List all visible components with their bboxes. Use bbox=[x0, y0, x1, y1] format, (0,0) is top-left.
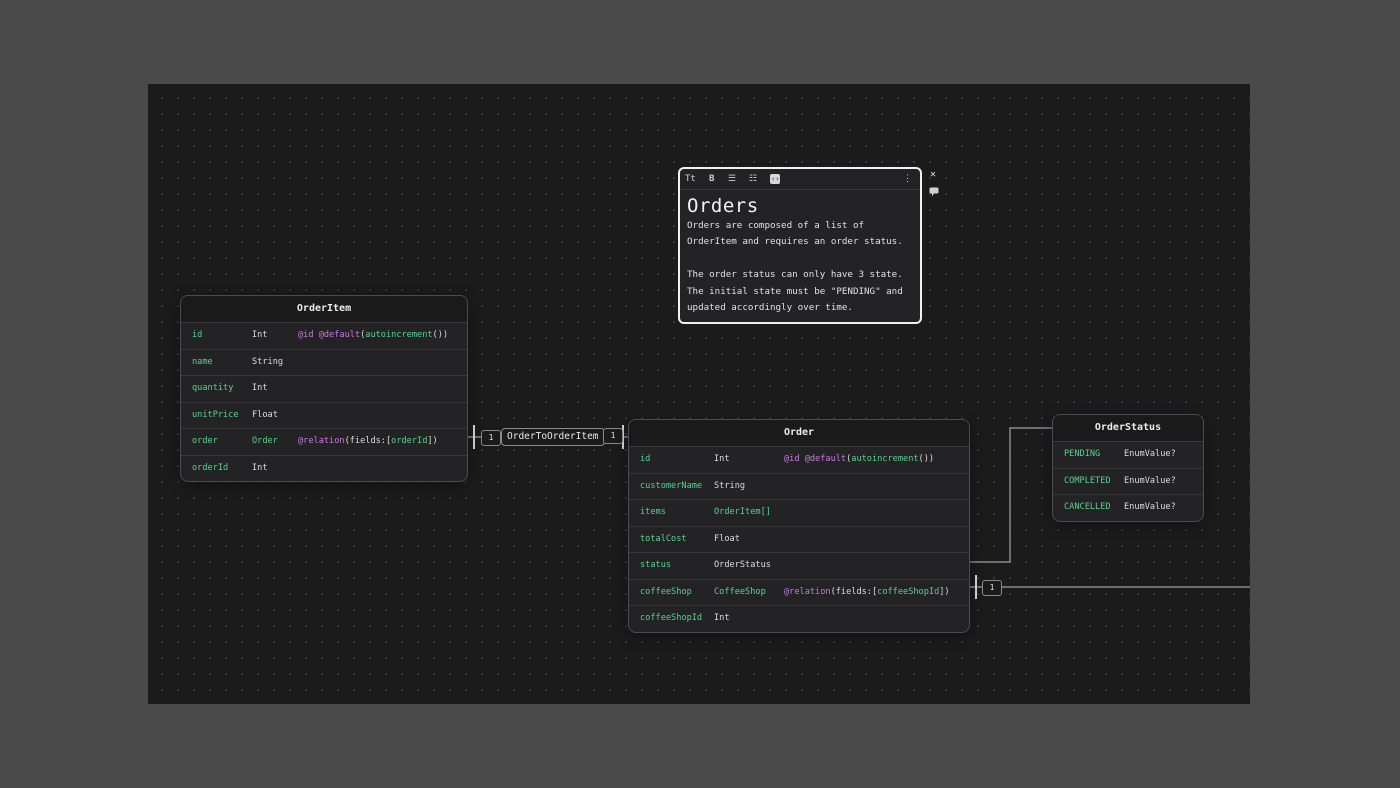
table-row-order[interactable]: order Order @relation(fields:[orderId]) bbox=[181, 429, 467, 456]
note-body[interactable]: Orders are composed of a list of OrderIt… bbox=[680, 217, 920, 316]
field-type: Int bbox=[714, 613, 730, 623]
table-row-id[interactable]: id Int @id @default(autoincrement()) bbox=[629, 447, 969, 474]
table-title: OrderStatus bbox=[1053, 415, 1203, 442]
table-title: Order bbox=[629, 420, 969, 447]
table-row-coffee-shop[interactable]: coffeeShop CoffeeShop @relation(fields:[… bbox=[629, 580, 969, 606]
table-row-status[interactable]: status OrderStatus bbox=[629, 553, 969, 580]
field-name: quantity bbox=[192, 383, 234, 393]
field-name: totalCost bbox=[640, 533, 687, 544]
enum-row-completed[interactable]: COMPLETED EnumValue? bbox=[1053, 469, 1203, 495]
field-name: status bbox=[640, 560, 672, 570]
field-name: customerName bbox=[640, 480, 703, 491]
field-type: String bbox=[714, 480, 746, 491]
field-type: Float bbox=[252, 409, 278, 420]
numbered-list-button[interactable]: ☷ bbox=[749, 169, 757, 189]
table-row-coffee-shop-id[interactable]: coffeeShopId Int bbox=[629, 606, 969, 632]
field-name: name bbox=[192, 356, 213, 367]
field-type: Int bbox=[252, 383, 268, 393]
coffee-shop-cardinality-badge: 1 bbox=[982, 580, 1002, 596]
enum-value-name: COMPLETED bbox=[1064, 475, 1111, 486]
table-row-name[interactable]: name String bbox=[181, 350, 467, 376]
enum-value-type: EnumValue? bbox=[1124, 502, 1176, 512]
field-name: coffeeShop bbox=[640, 586, 692, 597]
enum-value-type: EnumValue? bbox=[1124, 475, 1176, 486]
order-cardinality-badge: 1 bbox=[603, 428, 623, 444]
field-type: Int bbox=[714, 454, 730, 464]
bullet-list-button[interactable]: ☰ bbox=[728, 169, 736, 189]
text-style-button[interactable]: Tt bbox=[685, 169, 696, 189]
field-name: id bbox=[640, 454, 651, 464]
field-attribute: @relation(fields:[coffeeShopId]) bbox=[784, 586, 950, 597]
table-row-unit-price[interactable]: unitPrice Float bbox=[181, 403, 467, 429]
diagram-canvas[interactable]: 1 OrderToOrderItem 1 1 Tt B ☰ ☷ ‹› ⋮ Ord… bbox=[148, 84, 1250, 704]
more-options-button[interactable]: ⋮ bbox=[903, 169, 912, 189]
table-row-order-id[interactable]: orderId Int bbox=[181, 456, 467, 482]
table-order[interactable]: Order id Int @id @default(autoincrement(… bbox=[628, 419, 970, 633]
close-icon[interactable]: ✕ bbox=[930, 169, 936, 181]
field-type: OrderStatus bbox=[714, 560, 771, 570]
field-name: orderId bbox=[192, 462, 229, 473]
field-type: Int bbox=[252, 462, 268, 473]
table-row-total-cost[interactable]: totalCost Float bbox=[629, 527, 969, 553]
order-status-relation-line bbox=[970, 427, 1052, 563]
field-name: id bbox=[192, 330, 203, 340]
field-type: OrderItem[] bbox=[714, 507, 771, 517]
field-name: coffeeShopId bbox=[640, 613, 703, 623]
comment-icon[interactable] bbox=[929, 187, 939, 199]
table-order-status[interactable]: OrderStatus PENDING EnumValue? COMPLETED… bbox=[1052, 414, 1204, 522]
field-attribute: @id @default(autoincrement()) bbox=[784, 454, 935, 464]
field-type: String bbox=[252, 356, 284, 367]
table-row-customer-name[interactable]: customerName String bbox=[629, 474, 969, 500]
table-order-item[interactable]: OrderItem id Int @id @default(autoincrem… bbox=[180, 295, 468, 482]
field-type: Order bbox=[252, 436, 278, 446]
enum-value-type: EnumValue? bbox=[1124, 449, 1176, 459]
field-type: Int bbox=[252, 330, 268, 340]
enum-row-pending[interactable]: PENDING EnumValue? bbox=[1053, 442, 1203, 469]
field-name: order bbox=[192, 436, 218, 446]
field-name: unitPrice bbox=[192, 409, 239, 420]
field-name: items bbox=[640, 507, 666, 517]
code-block-button[interactable]: ‹› bbox=[770, 174, 781, 184]
enum-value-name: PENDING bbox=[1064, 449, 1101, 459]
field-attribute: @id @default(autoincrement()) bbox=[298, 330, 449, 340]
note-card-orders[interactable]: Tt B ☰ ☷ ‹› ⋮ Orders Orders are composed… bbox=[678, 167, 922, 324]
note-toolbar: Tt B ☰ ☷ ‹› ⋮ bbox=[680, 169, 920, 190]
relation-label-order-to-order-item[interactable]: OrderToOrderItem bbox=[501, 428, 605, 446]
note-title: Orders bbox=[687, 195, 759, 217]
table-row-quantity[interactable]: quantity Int bbox=[181, 376, 467, 403]
table-title: OrderItem bbox=[181, 296, 467, 323]
bold-button[interactable]: B bbox=[709, 169, 714, 189]
order-item-cardinality-badge: 1 bbox=[481, 430, 501, 446]
field-type: Float bbox=[714, 533, 740, 544]
field-attribute: @relation(fields:[orderId]) bbox=[298, 436, 438, 446]
table-row-id[interactable]: id Int @id @default(autoincrement()) bbox=[181, 323, 467, 350]
enum-row-cancelled[interactable]: CANCELLED EnumValue? bbox=[1053, 495, 1203, 521]
field-type: CoffeeShop bbox=[714, 586, 766, 597]
enum-value-name: CANCELLED bbox=[1064, 502, 1111, 512]
table-row-items[interactable]: items OrderItem[] bbox=[629, 500, 969, 527]
